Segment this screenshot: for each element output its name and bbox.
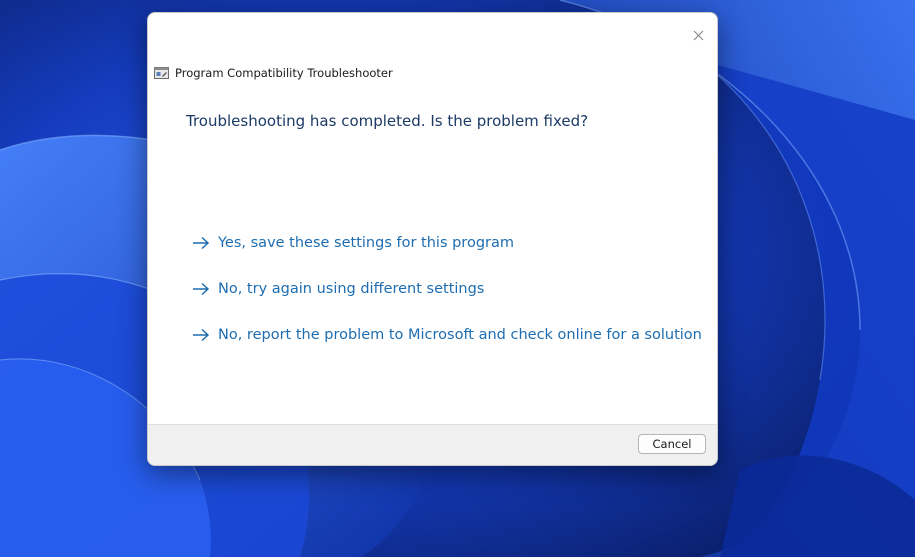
option-try-again[interactable]: No, try again using different settings xyxy=(192,277,702,301)
troubleshooter-dialog: Program Compatibility Troubleshooter Tro… xyxy=(147,12,718,466)
close-button[interactable] xyxy=(687,25,709,45)
question-text: Troubleshooting has completed. Is the pr… xyxy=(186,112,589,130)
arrow-right-icon xyxy=(193,282,210,296)
option-label: No, report the problem to Microsoft and … xyxy=(218,327,702,343)
arrow-right-icon xyxy=(193,236,210,250)
option-save-settings[interactable]: Yes, save these settings for this progra… xyxy=(192,231,702,255)
arrow-right-icon xyxy=(193,328,210,342)
dialog-footer: Cancel xyxy=(148,424,717,465)
option-label: No, try again using different settings xyxy=(218,281,485,297)
option-label: Yes, save these settings for this progra… xyxy=(218,235,514,251)
dialog-header: Program Compatibility Troubleshooter xyxy=(154,65,393,81)
option-report-problem[interactable]: No, report the problem to Microsoft and … xyxy=(192,323,702,347)
options-list: Yes, save these settings for this progra… xyxy=(192,231,702,369)
dialog-title: Program Compatibility Troubleshooter xyxy=(175,66,393,80)
troubleshooter-icon xyxy=(154,67,169,79)
cancel-button[interactable]: Cancel xyxy=(638,434,706,454)
close-icon xyxy=(693,30,703,40)
